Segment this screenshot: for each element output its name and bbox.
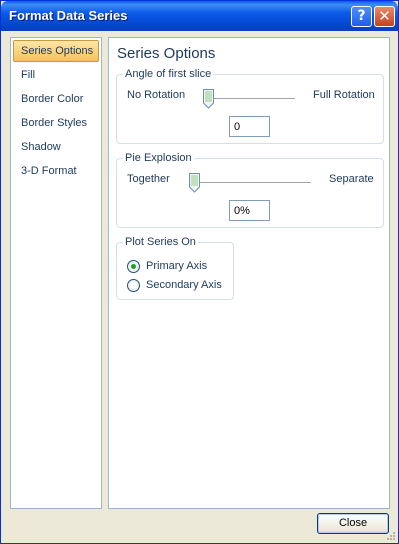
nav-item-series-options[interactable]: Series Options [13, 40, 99, 62]
secondary-axis-option[interactable]: Secondary Axis [127, 278, 227, 294]
window-title: Format Data Series [9, 8, 128, 23]
angle-value-input[interactable] [229, 116, 270, 137]
help-button[interactable]: ? [351, 6, 372, 27]
nav-item-fill[interactable]: Fill [13, 64, 99, 86]
secondary-axis-label[interactable]: Secondary Axis [146, 279, 222, 291]
help-icon: ? [357, 8, 366, 24]
explosion-slider-track[interactable] [193, 182, 311, 184]
angle-slider-track[interactable] [207, 98, 295, 100]
panel-heading: Series Options [117, 45, 216, 62]
separate-label: Separate [329, 173, 374, 185]
together-label: Together [127, 173, 170, 185]
options-panel: Series Options Angle of first slice No R… [108, 37, 390, 509]
nav-item-border-color[interactable]: Border Color [13, 88, 99, 110]
plot-series-on-legend: Plot Series On [123, 236, 198, 248]
primary-axis-option[interactable]: Primary Axis [127, 259, 227, 275]
radio-selected-dot [131, 264, 136, 269]
pie-explosion-group: Pie Explosion Together Separate [116, 152, 384, 228]
explosion-value-input[interactable] [229, 200, 270, 221]
nav-item-shadow[interactable]: Shadow [13, 136, 99, 158]
format-data-series-dialog: Format Data Series ? ✕ Series Options Fi… [0, 0, 399, 544]
no-rotation-label: No Rotation [127, 89, 186, 101]
close-button[interactable]: Close [317, 513, 389, 534]
nav-item-3d-format[interactable]: 3-D Format [13, 160, 99, 182]
secondary-axis-radio[interactable] [127, 279, 140, 292]
primary-axis-label[interactable]: Primary Axis [146, 260, 207, 272]
nav-item-border-styles[interactable]: Border Styles [13, 112, 99, 134]
explosion-slider-thumb[interactable] [189, 173, 200, 193]
explosion-group-legend: Pie Explosion [123, 152, 194, 164]
primary-axis-radio[interactable] [127, 260, 140, 273]
category-list: Series Options Fill Border Color Border … [10, 37, 102, 509]
angle-of-first-slice-group: Angle of first slice No Rotation Full Ro… [116, 68, 384, 144]
close-window-button[interactable]: ✕ [374, 6, 395, 27]
title-bar[interactable]: Format Data Series ? ✕ [1, 1, 398, 31]
full-rotation-label: Full Rotation [313, 89, 375, 101]
plot-series-on-group: Plot Series On Primary Axis Secondary Ax… [116, 236, 234, 300]
angle-slider-thumb[interactable] [203, 89, 214, 109]
close-icon: ✕ [378, 7, 391, 25]
resize-grip-icon[interactable] [386, 531, 396, 541]
dialog-body: Series Options Fill Border Color Border … [4, 31, 395, 542]
angle-group-legend: Angle of first slice [123, 68, 214, 80]
